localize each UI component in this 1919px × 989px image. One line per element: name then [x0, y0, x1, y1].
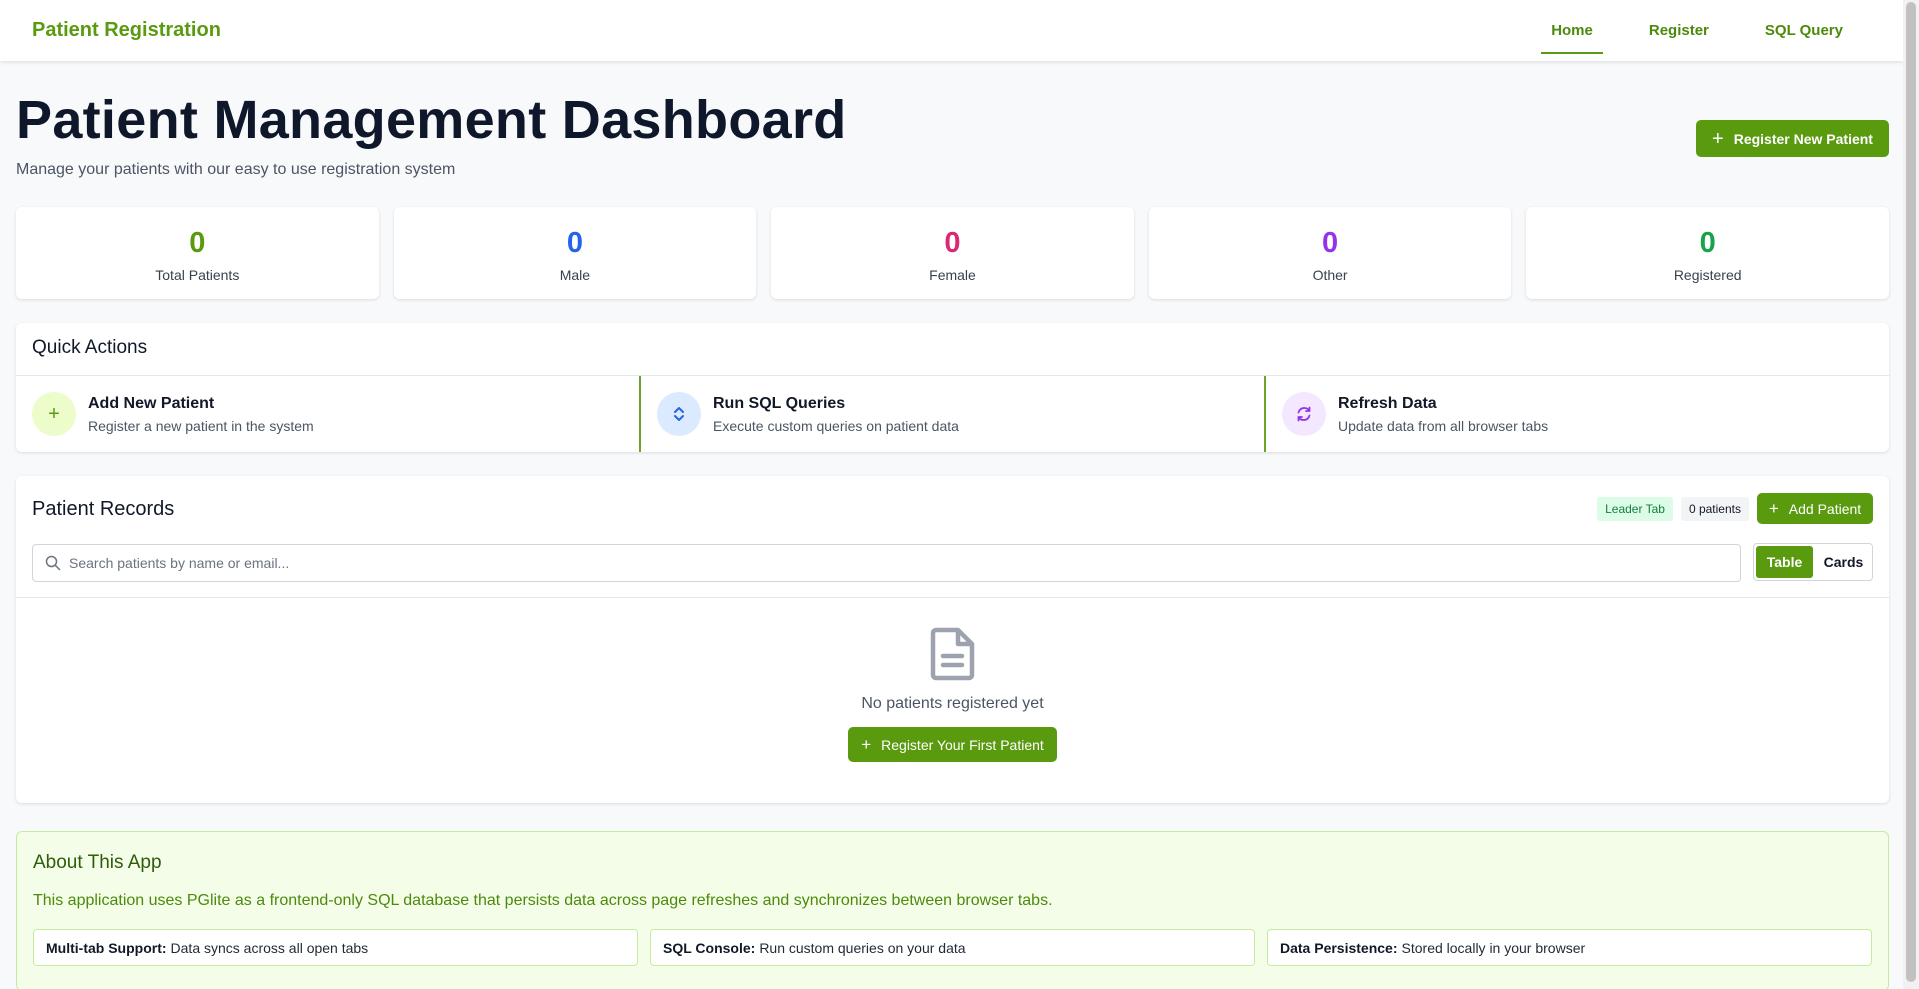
about-card: About This App This application uses PGl… — [16, 831, 1889, 989]
nav-links: Home Register SQL Query — [1523, 0, 1871, 61]
feature-text: Run custom queries on your data — [759, 939, 966, 956]
view-toggle: Table Cards — [1753, 543, 1873, 581]
quick-action-title: Add New Patient — [88, 394, 215, 412]
feature-text: Data syncs across all open tabs — [170, 939, 369, 956]
sort-arrows-icon — [657, 392, 701, 436]
feature-multi-tab: Multi-tab Support: Data syncs across all… — [33, 929, 638, 966]
page-title: Patient Management Dashboard — [16, 90, 847, 150]
search-box — [32, 544, 1741, 582]
stat-card-registered: 0 Registered — [1526, 207, 1889, 299]
view-cards-button[interactable]: Cards — [1815, 544, 1872, 580]
stats-row: 0 Total Patients 0 Male 0 Female 0 Other… — [16, 207, 1889, 299]
patient-records-title: Patient Records — [32, 498, 175, 520]
nav-register[interactable]: Register — [1621, 7, 1737, 55]
add-patient-button[interactable]: + Add Patient — [1757, 493, 1873, 524]
page-scrollbar[interactable] — [1903, 0, 1919, 989]
scrollbar-thumb[interactable] — [1906, 2, 1916, 982]
stat-value: 0 — [1699, 227, 1716, 259]
about-description: This application uses PGlite as a fronte… — [33, 892, 1053, 909]
stat-card-total: 0 Total Patients — [16, 207, 379, 299]
nav-home[interactable]: Home — [1523, 7, 1621, 55]
feature-label: Multi-tab Support: — [46, 939, 167, 956]
brand-logo-text[interactable]: Patient Registration — [32, 19, 221, 42]
records-toolbar: Leader Tab 0 patients + Add Patient — [1597, 493, 1873, 524]
about-title: About This App — [33, 852, 162, 873]
feature-label: Data Persistence: — [1280, 939, 1398, 956]
quick-action-title: Refresh Data — [1338, 394, 1437, 412]
stat-card-male: 0 Male — [393, 207, 757, 299]
stat-label: Registered — [1673, 267, 1742, 283]
stat-value: 0 — [1322, 227, 1339, 259]
patient-records-card: Patient Records Leader Tab 0 patients + … — [16, 476, 1889, 803]
quick-action-desc: Execute custom queries on patient data — [713, 417, 959, 434]
plus-icon: + — [1712, 127, 1724, 150]
nav-sql-query[interactable]: SQL Query — [1737, 7, 1871, 55]
quick-action-desc: Register a new patient in the system — [88, 417, 314, 434]
quick-action-sql[interactable]: Run SQL Queries Execute custom queries o… — [639, 376, 1264, 452]
stat-card-other: 0 Other — [1148, 207, 1512, 299]
quick-actions-card: Quick Actions + Add New Patient Register… — [16, 323, 1889, 452]
stat-value: 0 — [944, 227, 961, 259]
empty-state-text: No patients registered yet — [861, 695, 1044, 712]
plus-icon: + — [861, 735, 872, 754]
divider — [16, 597, 1889, 598]
plus-icon: + — [32, 392, 76, 436]
empty-state: No patients registered yet + Register Yo… — [16, 627, 1889, 762]
feature-text: Stored locally in your browser — [1401, 939, 1586, 956]
register-new-patient-button[interactable]: + Register New Patient — [1696, 120, 1889, 157]
page-header: Patient Management Dashboard Manage your… — [16, 61, 1889, 207]
top-navbar: Patient Registration Home Register SQL Q… — [0, 0, 1903, 61]
search-input[interactable] — [69, 555, 1669, 571]
document-icon — [930, 627, 974, 681]
main-content: Patient Management Dashboard Manage your… — [16, 61, 1889, 989]
quick-action-title: Run SQL Queries — [713, 394, 846, 412]
page-subtitle: Manage your patients with our easy to us… — [16, 161, 456, 178]
quick-action-refresh[interactable]: Refresh Data Update data from all browse… — [1264, 376, 1889, 452]
stat-value: 0 — [189, 227, 206, 259]
register-first-patient-label: Register Your First Patient — [881, 736, 1044, 753]
register-first-patient-button[interactable]: + Register Your First Patient — [848, 727, 1057, 762]
stat-label: Female — [929, 267, 976, 283]
patient-count-badge: 0 patients — [1680, 496, 1749, 521]
leader-tab-badge: Leader Tab — [1597, 496, 1673, 521]
stat-label: Total Patients — [155, 267, 240, 283]
register-new-patient-label: Register New Patient — [1733, 130, 1873, 147]
stat-label: Male — [559, 267, 591, 283]
plus-icon: + — [1768, 499, 1779, 518]
search-icon — [45, 555, 61, 571]
quick-actions-title: Quick Actions — [32, 337, 148, 358]
refresh-icon — [1282, 392, 1326, 436]
feature-sql-console: SQL Console: Run custom queries on your … — [650, 929, 1255, 966]
stat-value: 0 — [566, 227, 583, 259]
about-features: Multi-tab Support: Data syncs across all… — [33, 929, 1872, 966]
feature-label: SQL Console: — [663, 939, 756, 956]
add-patient-label: Add Patient — [1788, 500, 1862, 517]
quick-action-add-patient[interactable]: + Add New Patient Register a new patient… — [16, 376, 639, 452]
stat-label: Other — [1312, 267, 1348, 283]
quick-actions-row: + Add New Patient Register a new patient… — [16, 376, 1889, 452]
stat-card-female: 0 Female — [771, 207, 1134, 299]
feature-data-persistence: Data Persistence: Stored locally in your… — [1267, 929, 1872, 966]
view-table-button[interactable]: Table — [1756, 546, 1813, 578]
quick-action-desc: Update data from all browser tabs — [1338, 417, 1549, 434]
